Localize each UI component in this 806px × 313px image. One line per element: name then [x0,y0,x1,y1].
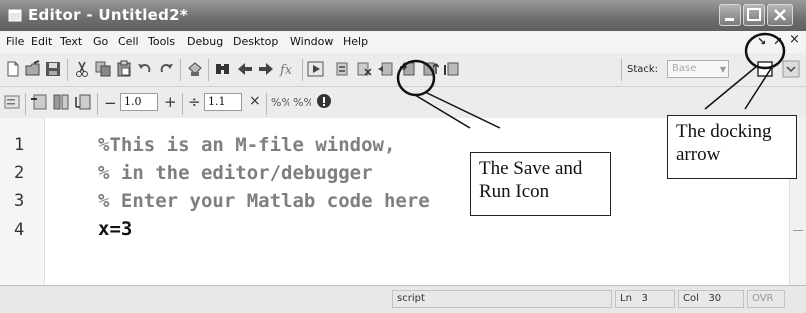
docking-callout: The docking arrow [667,115,797,179]
editor-window: Editor - Untitled2* File Edit Text Go Ce… [0,0,806,313]
save-run-callout: The Save and Run Icon [470,152,611,216]
docking-highlight-circle [744,32,786,70]
save-run-highlight-circle [396,59,436,97]
save-run-pointer-line [424,91,501,129]
